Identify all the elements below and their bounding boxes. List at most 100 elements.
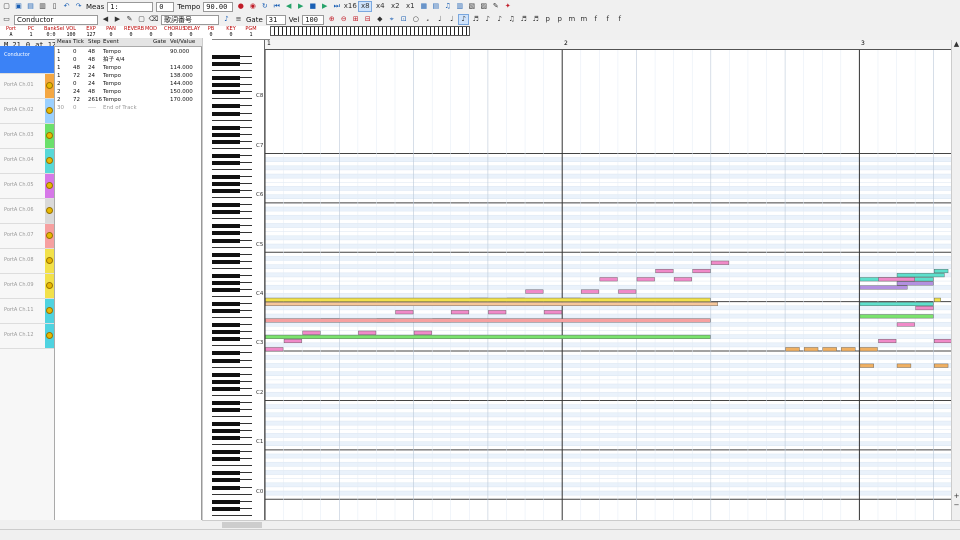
snap-icon[interactable]: ⌖ <box>387 15 396 24</box>
horizontal-scrollbar[interactable] <box>202 520 960 528</box>
dynamic-mp-icon[interactable]: m <box>567 15 576 24</box>
event-row[interactable]: 1 0 48 拍子 4/4 <box>55 56 202 64</box>
new-file-icon[interactable]: ▢ <box>2 2 11 11</box>
channel-icon[interactable] <box>46 332 53 339</box>
black-key[interactable] <box>212 485 240 490</box>
fast-forward-icon[interactable]: ▶ <box>320 2 329 11</box>
channel-icon[interactable] <box>46 182 53 189</box>
sixteenth-note-icon[interactable]: ♬ <box>471 15 480 24</box>
track-item[interactable]: PortA Ch.12 <box>0 324 54 349</box>
black-key[interactable] <box>212 422 240 427</box>
prev-track-icon[interactable]: ◀ <box>101 15 110 24</box>
eighth-note-icon[interactable]: ♪ <box>458 14 470 25</box>
black-key[interactable] <box>212 379 240 384</box>
black-key[interactable] <box>212 287 240 292</box>
event-row[interactable]: 2 0 24 Tempo 144.000 <box>55 80 202 88</box>
zoom-v-icon[interactable]: ⊟ <box>363 15 372 24</box>
event-row[interactable]: 2 72 2616 Tempo 170.000 <box>55 96 202 104</box>
measure-number[interactable]: 3 <box>861 40 865 47</box>
skip-end-icon[interactable]: ⏭ <box>332 2 341 11</box>
half-note-icon[interactable]: ♩ <box>435 15 444 24</box>
track-item[interactable]: PortA Ch.07 <box>0 224 54 249</box>
record-icon[interactable]: ● <box>236 2 245 11</box>
zoom-out-icon[interactable]: ⊖ <box>339 15 348 24</box>
event-row[interactable]: 1 0 48 Tempo 90.000 <box>55 48 202 56</box>
event-list-scrollbar[interactable] <box>202 38 212 520</box>
black-key[interactable] <box>212 83 240 88</box>
event-column-header[interactable]: Gate <box>153 38 166 46</box>
black-key[interactable] <box>212 252 240 257</box>
black-key[interactable] <box>212 238 240 243</box>
eraser-icon[interactable]: ⌫ <box>149 15 159 24</box>
tick-field[interactable]: 0 <box>156 1 175 12</box>
black-key[interactable] <box>212 76 240 81</box>
black-key[interactable] <box>212 224 240 229</box>
black-key[interactable] <box>212 175 240 180</box>
black-key[interactable] <box>212 280 240 285</box>
black-key[interactable] <box>212 358 240 363</box>
line-icon[interactable]: ≡ <box>234 15 243 24</box>
zoom-plus-icon[interactable]: + <box>952 492 960 501</box>
track-control-key[interactable]: KEY 0 <box>224 26 238 40</box>
mini-keyboard[interactable] <box>270 26 470 36</box>
note-icon[interactable]: ♪ <box>222 15 231 24</box>
event-row[interactable]: 2 24 48 Tempo 150.000 <box>55 88 202 96</box>
measure-field[interactable]: 1: <box>107 1 154 12</box>
stop-icon[interactable]: ■ <box>308 2 317 11</box>
track-conductor[interactable]: Conductor <box>0 46 54 74</box>
open-folder-icon[interactable]: ▣ <box>14 2 23 11</box>
black-key[interactable] <box>212 132 240 137</box>
channel-icon[interactable] <box>46 232 53 239</box>
piano-roll[interactable]: 1 2 3 <box>265 40 951 520</box>
black-key[interactable] <box>212 210 240 215</box>
track-item[interactable]: PortA Ch.11 <box>0 299 54 324</box>
event-row[interactable]: 1 48 24 Tempo 114.000 <box>55 64 202 72</box>
play-icon[interactable]: ▶ <box>296 2 305 11</box>
piano-keyboard[interactable]: C8 C7 C6 C5 C4 C3 C2 C1 C0 <box>212 40 265 520</box>
undo-icon[interactable]: ↶ <box>62 2 71 11</box>
black-key[interactable] <box>212 407 240 412</box>
print-icon[interactable]: ▥ <box>38 2 47 11</box>
black-key[interactable] <box>212 400 240 405</box>
black-key[interactable] <box>212 139 240 144</box>
dynamic-f-icon[interactable]: f <box>591 15 600 24</box>
event-list-icon[interactable]: ▤ <box>431 2 440 11</box>
black-key[interactable] <box>212 309 240 314</box>
measure-ruler[interactable]: 1 2 3 <box>265 40 951 50</box>
black-key[interactable] <box>212 302 240 307</box>
black-key[interactable] <box>212 104 240 109</box>
event-column-header[interactable]: Vel/Value <box>170 38 195 46</box>
piano-roll-icon[interactable]: ▦ <box>419 2 428 11</box>
track-select[interactable]: Conductor <box>14 14 98 25</box>
track-item[interactable]: PortA Ch.01 <box>0 74 54 99</box>
step-x1-button[interactable]: x1 <box>404 2 416 11</box>
channel-icon[interactable] <box>46 282 53 289</box>
event-row[interactable]: 1 72 24 Tempo 138.000 <box>55 72 202 80</box>
quarter-note-icon[interactable]: ♩ <box>447 15 456 24</box>
black-key[interactable] <box>212 111 240 116</box>
track-control-port[interactable]: Port A <box>4 26 18 40</box>
whole-note-icon[interactable]: 𝅗 <box>423 15 432 24</box>
grid-icon[interactable]: ⊡ <box>399 15 408 24</box>
dynamic-pp-icon[interactable]: p <box>555 15 564 24</box>
black-key[interactable] <box>212 372 240 377</box>
black-key[interactable] <box>212 189 240 194</box>
black-key[interactable] <box>212 90 240 95</box>
channel-icon[interactable] <box>46 132 53 139</box>
zoom-in-icon[interactable]: ⊕ <box>327 15 336 24</box>
event-column-header[interactable]: Meas <box>57 38 71 46</box>
rewind-start-icon[interactable]: ⏮ <box>272 2 281 11</box>
horizontal-scroll-thumb[interactable] <box>222 522 262 528</box>
gate-field[interactable]: 31 <box>265 14 286 25</box>
black-key[interactable] <box>212 55 240 60</box>
dynamic-ppp-icon[interactable]: p <box>543 15 552 24</box>
black-key[interactable] <box>212 160 240 165</box>
redo-icon[interactable]: ↷ <box>74 2 83 11</box>
step-x8-button[interactable]: x8 <box>358 1 373 12</box>
track-item[interactable]: PortA Ch.09 <box>0 274 54 299</box>
track-item[interactable]: PortA Ch.08 <box>0 249 54 274</box>
track-item[interactable]: PortA Ch.06 <box>0 199 54 224</box>
black-key[interactable] <box>212 231 240 236</box>
drum-icon[interactable]: ▥ <box>455 2 464 11</box>
note-64-icon[interactable]: ♬ <box>531 15 540 24</box>
